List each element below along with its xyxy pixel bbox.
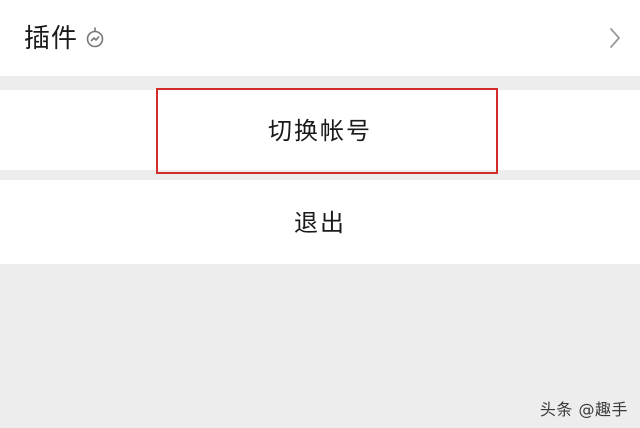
plugins-row[interactable]: 插件	[0, 0, 640, 76]
gauge-icon	[86, 27, 104, 48]
logout-label: 退出	[294, 209, 346, 237]
plugins-label: 插件	[24, 24, 79, 54]
chevron-right-icon	[610, 28, 620, 48]
switch-account-button[interactable]: 切换帐号	[0, 90, 640, 170]
watermark: 头条 @趣手	[539, 400, 628, 419]
logout-button[interactable]: 退出	[0, 180, 640, 264]
switch-account-label: 切换帐号	[268, 117, 372, 145]
